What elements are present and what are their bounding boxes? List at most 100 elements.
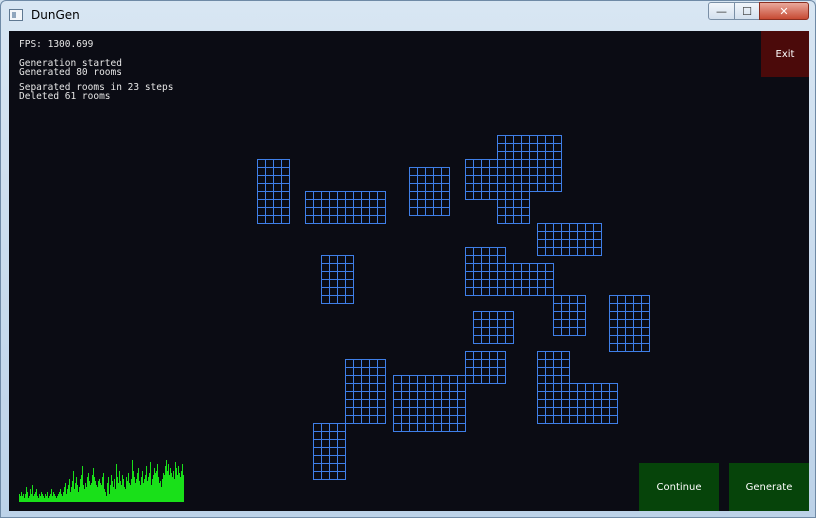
minimize-button[interactable]: — xyxy=(708,2,735,20)
graph-bar xyxy=(98,481,99,502)
graph-bar xyxy=(148,477,149,502)
graph-bar xyxy=(81,475,82,502)
graph-bar xyxy=(143,483,144,502)
graph-bar xyxy=(166,460,167,502)
graph-bar xyxy=(176,468,177,502)
graph-bar xyxy=(129,483,130,502)
graph-bar xyxy=(146,466,147,502)
maximize-button[interactable]: ☐ xyxy=(734,2,760,20)
graph-bar xyxy=(122,475,123,502)
room-5 xyxy=(497,135,562,192)
graph-bar xyxy=(156,471,157,502)
exit-button[interactable]: Exit xyxy=(761,31,809,77)
room-4 xyxy=(465,159,498,200)
graph-bar xyxy=(69,479,70,502)
graph-bar xyxy=(106,496,107,502)
graph-bar xyxy=(83,485,84,502)
graph-bar xyxy=(87,477,88,502)
graph-bar xyxy=(120,481,121,502)
graph-bar xyxy=(42,494,43,502)
graph-bar xyxy=(179,473,180,502)
graph-bar xyxy=(41,492,42,502)
graph-bar xyxy=(55,496,56,502)
graph-bar xyxy=(140,485,141,502)
graph-bar xyxy=(61,494,62,502)
continue-button[interactable]: Continue xyxy=(639,463,719,511)
graph-bar xyxy=(68,485,69,502)
room-10 xyxy=(505,263,554,296)
graph-bar xyxy=(32,485,33,502)
render-viewport: FPS: 1300.699 Generation started Generat… xyxy=(9,31,809,511)
graph-bar xyxy=(130,485,131,502)
graph-bar xyxy=(54,494,55,502)
graph-bar xyxy=(169,475,170,502)
graph-bar xyxy=(117,477,118,502)
frame-time-graph xyxy=(19,460,184,502)
generate-button[interactable]: Generate xyxy=(729,463,809,511)
graph-bar xyxy=(53,492,54,502)
graph-bar xyxy=(170,468,171,502)
graph-bar xyxy=(163,473,164,502)
window-app-icon xyxy=(9,9,23,21)
graph-bar xyxy=(111,475,112,502)
graph-bar xyxy=(34,494,35,502)
room-8 xyxy=(321,255,354,304)
graph-bar xyxy=(154,468,155,502)
graph-bar xyxy=(171,473,172,502)
log-line-2: Generated 80 rooms xyxy=(19,67,122,78)
graph-bar xyxy=(19,494,20,502)
graph-bar xyxy=(37,496,38,502)
graph-bar xyxy=(113,487,114,502)
graph-bar xyxy=(67,489,68,502)
graph-bar xyxy=(92,475,93,502)
graph-bar xyxy=(164,475,165,502)
dungen-rooms-layer xyxy=(257,135,650,480)
graph-bar xyxy=(118,483,119,502)
graph-bar xyxy=(28,498,29,502)
graph-bar xyxy=(50,494,51,502)
room-18 xyxy=(393,375,466,432)
title-bar[interactable]: DunGen — ☐ ✕ xyxy=(1,1,815,31)
graph-bar xyxy=(160,481,161,502)
graph-bar xyxy=(65,483,66,502)
graph-bar xyxy=(93,468,94,502)
graph-bar xyxy=(82,466,83,502)
graph-bar xyxy=(178,466,179,502)
graph-bar xyxy=(177,475,178,502)
graph-bar xyxy=(24,498,25,502)
graph-bar xyxy=(133,471,134,502)
graph-bar xyxy=(131,479,132,502)
graph-bar xyxy=(91,483,92,502)
graph-bar xyxy=(79,487,80,502)
graph-bar xyxy=(108,477,109,502)
graph-bar xyxy=(63,492,64,502)
graph-bar xyxy=(45,494,46,502)
graph-bar xyxy=(29,496,30,502)
room-15 xyxy=(537,351,570,424)
graph-bar xyxy=(75,483,76,502)
graph-bar xyxy=(151,485,152,502)
graph-bar xyxy=(52,496,53,502)
graph-bar xyxy=(112,481,113,502)
graph-bar xyxy=(90,485,91,502)
graph-bar xyxy=(144,479,145,502)
close-button[interactable]: ✕ xyxy=(759,2,809,20)
graph-bar xyxy=(88,473,89,502)
graph-bar xyxy=(100,483,101,502)
graph-bar xyxy=(134,477,135,502)
room-12 xyxy=(609,295,650,352)
graph-bar xyxy=(181,471,182,502)
room-9 xyxy=(465,247,506,296)
graph-bar xyxy=(99,479,100,502)
graph-bar xyxy=(168,464,169,502)
graph-bar xyxy=(135,483,136,502)
graph-bar xyxy=(94,477,95,502)
graph-bar xyxy=(139,481,140,502)
graph-bar xyxy=(66,494,67,502)
graph-bar xyxy=(127,481,128,502)
graph-bar xyxy=(126,477,127,502)
graph-bar xyxy=(107,483,108,502)
graph-bar xyxy=(119,471,120,502)
graph-bar xyxy=(124,487,125,502)
graph-bar xyxy=(30,489,31,502)
